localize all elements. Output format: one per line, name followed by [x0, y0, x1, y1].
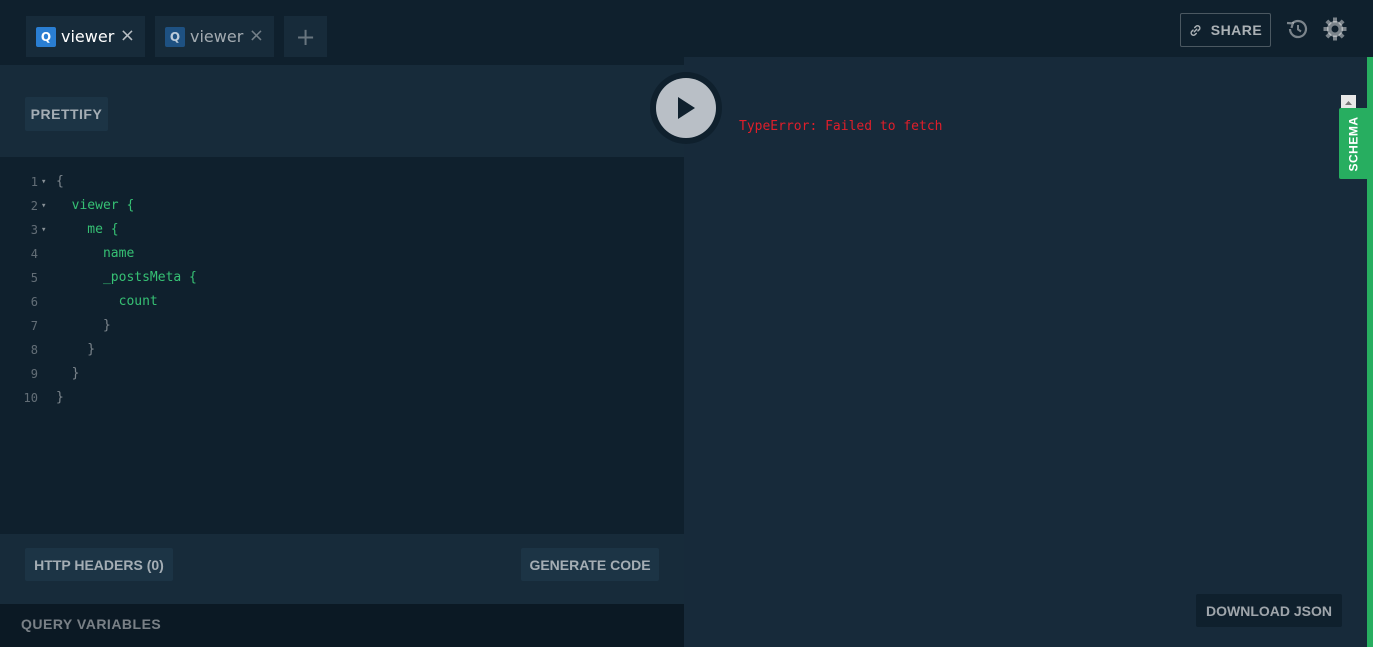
add-tab-button[interactable]: + [284, 16, 327, 57]
editor-toolbar: PRETTIFY [0, 65, 684, 157]
line-number: 5 [30, 271, 38, 285]
code-line: 3 ▾ me { [0, 218, 684, 242]
line-number: 2 [30, 199, 38, 213]
code-line: 10 } [0, 386, 684, 410]
line-number: 10 [23, 391, 38, 405]
tab-label: viewer [61, 27, 115, 46]
code-text: } [56, 390, 64, 405]
download-json-button[interactable]: DOWNLOAD JSON [1196, 594, 1342, 627]
code-line: 2 ▾ viewer { [0, 194, 684, 218]
result-pane: TypeError: Failed to fetch DOWNLOAD JSON [684, 57, 1367, 647]
line-number: 8 [30, 343, 38, 357]
scroll-up-arrow[interactable] [1341, 95, 1356, 109]
code-text: viewer { [56, 198, 135, 213]
schema-tab[interactable]: SCHEMA [1339, 108, 1367, 179]
share-label: SHARE [1210, 22, 1263, 38]
query-editor-pane: PRETTIFY 1 ▾ { 2 ▾ viewer { 3 ▾ me { 4 n [0, 57, 684, 647]
line-number: 3 [30, 223, 38, 237]
window-edge [1373, 0, 1387, 647]
editor-footer: HTTP HEADERS (0) GENERATE CODE [0, 534, 684, 604]
code-text: count [56, 294, 158, 309]
line-number: 9 [30, 367, 38, 381]
history-icon[interactable] [1284, 17, 1310, 41]
code-text: me { [56, 222, 119, 237]
http-headers-button[interactable]: HTTP HEADERS (0) [25, 548, 173, 581]
code-line: 4 name [0, 242, 684, 266]
play-button-face [656, 78, 716, 138]
code-text: } [56, 366, 80, 381]
code-line: 8 } [0, 338, 684, 362]
gear-icon[interactable] [1322, 16, 1348, 42]
query-variables-label[interactable]: QUERY VARIABLES [21, 616, 161, 632]
share-button[interactable]: SHARE [1180, 13, 1271, 47]
prettify-button[interactable]: PRETTIFY [25, 97, 108, 131]
schema-label: SCHEMA [1346, 115, 1361, 172]
code-line: 5 _postsMeta { [0, 266, 684, 290]
line-number: 6 [30, 295, 38, 309]
code-text: } [56, 342, 96, 357]
code-line: 1 ▾ { [0, 170, 684, 194]
code-text: } [56, 318, 111, 333]
tab-viewer-1[interactable]: Q viewer × [26, 16, 145, 57]
generate-code-button[interactable]: GENERATE CODE [521, 548, 659, 581]
fold-icon[interactable]: ▾ [41, 194, 46, 218]
query-variables-bar[interactable]: QUERY VARIABLES [0, 604, 684, 647]
code-text: _postsMeta { [56, 270, 197, 285]
code-line: 6 count [0, 290, 684, 314]
code-text: name [56, 246, 135, 261]
line-number: 4 [30, 247, 38, 261]
line-number: 7 [30, 319, 38, 333]
tab-label: viewer [190, 27, 244, 46]
execute-query-button[interactable] [650, 72, 722, 144]
code-line: 7 } [0, 314, 684, 338]
tab-viewer-2[interactable]: Q viewer × [155, 16, 274, 57]
link-icon [1190, 24, 1201, 36]
line-number: 1 [30, 175, 38, 189]
fold-icon[interactable]: ▾ [41, 218, 46, 242]
query-badge: Q [36, 26, 56, 47]
play-icon [678, 97, 695, 119]
code-lines: 1 ▾ { 2 ▾ viewer { 3 ▾ me { 4 name 5 _po… [0, 170, 684, 410]
error-message: TypeError: Failed to fetch [739, 119, 943, 134]
top-bar: Q viewer × Q viewer × + SHARE [0, 0, 1387, 57]
close-icon[interactable]: × [249, 27, 264, 45]
fold-icon[interactable]: ▾ [41, 170, 46, 194]
code-text: { [56, 174, 64, 189]
code-line: 9 } [0, 362, 684, 386]
query-badge: Q [165, 26, 185, 47]
close-icon[interactable]: × [120, 27, 135, 45]
